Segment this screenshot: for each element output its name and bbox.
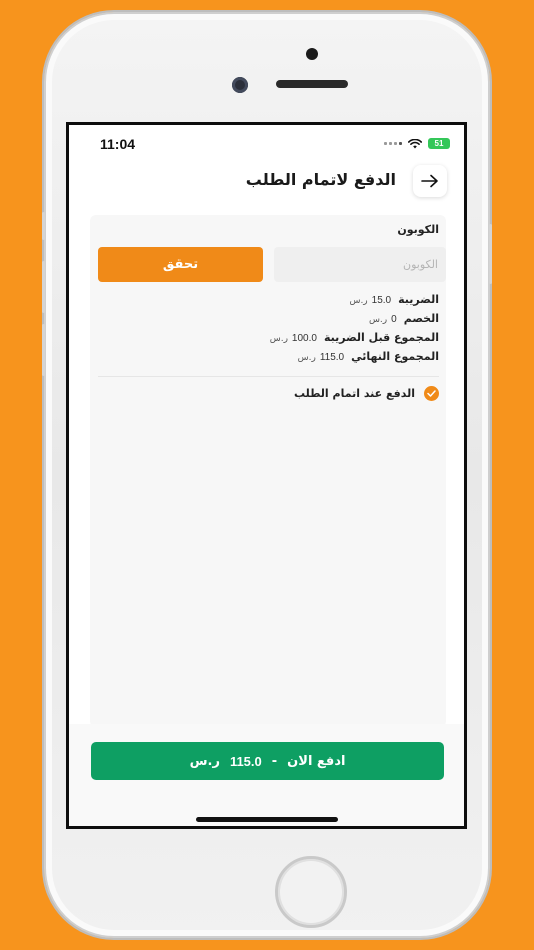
app-screen: 11:04 51 الدفع لاتمام الطلب الكوبون تحقق xyxy=(66,122,467,829)
cash-on-delivery-option[interactable]: الدفع عند اتمام الطلب xyxy=(294,386,439,401)
status-time: 11:04 xyxy=(100,136,136,152)
pay-now-button[interactable]: ادفع الان - 115.0 ر.س xyxy=(91,742,444,780)
cellular-signal-icon xyxy=(384,142,402,145)
summary-label: الخصم xyxy=(403,312,439,325)
summary-currency: ر.س xyxy=(349,296,368,306)
earpiece-speaker xyxy=(276,80,348,88)
summary-row-subtotal: المجموع قبل الضريبة 100.0 ر.س xyxy=(270,331,439,350)
header: الدفع لاتمام الطلب xyxy=(69,163,464,199)
top-sensor xyxy=(306,48,318,60)
coupon-input[interactable] xyxy=(274,247,446,282)
bottom-bar: ادفع الان - 115.0 ر.س xyxy=(69,724,464,826)
summary-row-discount: الخصم 0 ر.س xyxy=(270,312,439,331)
pay-button-amount: 115.0 xyxy=(229,753,262,769)
volume-up-button xyxy=(42,261,45,313)
status-indicators: 51 xyxy=(384,138,450,149)
summary-label: المجموع النهائي xyxy=(351,350,439,363)
page-title: الدفع لاتمام الطلب xyxy=(245,170,396,189)
home-button[interactable] xyxy=(275,856,347,928)
summary-value: 115.0 xyxy=(319,352,345,363)
payment-option-label: الدفع عند اتمام الطلب xyxy=(293,387,415,400)
pay-button-currency: ر.س xyxy=(189,753,220,769)
status-bar: 11:04 51 xyxy=(69,125,464,161)
battery-icon: 51 xyxy=(428,138,450,149)
summary-label: الضريبة xyxy=(398,293,439,306)
summary-value: 15.0 xyxy=(371,295,392,306)
home-indicator xyxy=(196,817,338,822)
divider xyxy=(98,376,439,377)
arrow-right-icon xyxy=(421,174,438,188)
coupon-title: الكوبون xyxy=(397,223,439,236)
summary-currency: ر.س xyxy=(269,334,288,344)
check-coupon-button[interactable]: تحقق xyxy=(98,247,263,282)
summary-row-total: المجموع النهائي 115.0 ر.س xyxy=(270,350,439,369)
volume-down-button xyxy=(42,324,45,376)
front-camera xyxy=(232,77,248,93)
summary-currency: ر.س xyxy=(368,315,388,325)
summary-value: 100.0 xyxy=(291,333,317,344)
checkout-card: الكوبون تحقق الضريبة 15.0 ر.س الخصم 0 ر.… xyxy=(90,215,446,727)
pay-button-label: ادفع الان xyxy=(287,753,346,769)
summary-label: المجموع قبل الضريبة xyxy=(323,331,439,344)
summary-currency: ر.س xyxy=(297,353,316,363)
pay-button-separator: - xyxy=(271,753,278,769)
summary-value: 0 xyxy=(391,314,397,325)
wifi-icon xyxy=(408,138,422,148)
mute-switch xyxy=(42,212,45,240)
checkmark-icon[interactable] xyxy=(424,386,439,401)
power-button xyxy=(489,224,492,284)
summary-list: الضريبة 15.0 ر.س الخصم 0 ر.س المجموع قبل… xyxy=(270,293,439,369)
summary-row-tax: الضريبة 15.0 ر.س xyxy=(270,293,439,312)
back-button[interactable] xyxy=(413,165,447,197)
